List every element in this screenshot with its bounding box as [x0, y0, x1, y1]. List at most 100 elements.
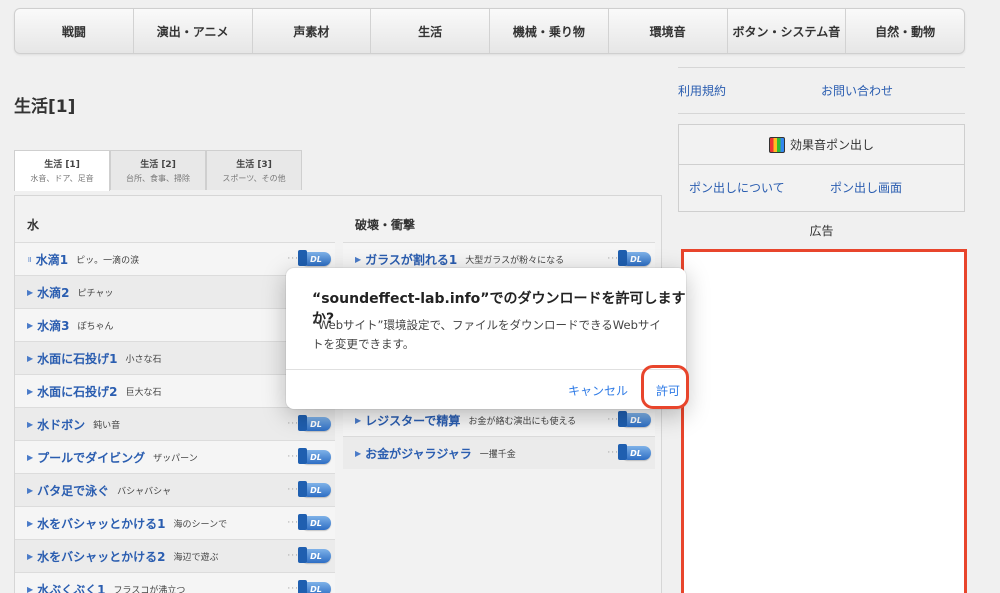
nav-voice[interactable]: 声素材: [253, 9, 372, 53]
play-icon[interactable]: ▶: [27, 519, 33, 528]
sound-description: 大型ガラスが粉々になる: [465, 255, 565, 266]
sound-row[interactable]: ▶ 水をバシャッとかける2 海辺で遊ぶ ··· DL: [15, 539, 335, 572]
pon-about-link[interactable]: ポン出しについて: [689, 179, 830, 196]
play-icon[interactable]: ▶: [355, 449, 361, 458]
sound-name-link[interactable]: 水滴3: [37, 317, 69, 334]
pon-screen-link[interactable]: ポン出し画面: [830, 179, 902, 196]
download-button[interactable]: DL: [298, 547, 331, 563]
download-button[interactable]: DL: [618, 411, 651, 427]
pon-panel: 効果音ポン出し ポン出しについて ポン出し画面: [678, 124, 965, 212]
play-icon[interactable]: ▶: [27, 552, 33, 561]
download-button[interactable]: DL: [298, 448, 331, 464]
sound-name-link[interactable]: 水面に石投げ1: [37, 350, 117, 367]
sound-name-link[interactable]: 水滴2: [37, 284, 69, 301]
terms-link[interactable]: 利用規約: [678, 82, 821, 99]
sound-description: 海辺で遊ぶ: [173, 552, 219, 563]
download-button[interactable]: DL: [298, 580, 331, 593]
sound-name-link[interactable]: レジスターで精算: [365, 412, 460, 429]
sound-description: 海のシーンで: [173, 519, 228, 530]
contact-link[interactable]: お問い合わせ: [821, 82, 893, 99]
ad-area: [681, 249, 967, 593]
money-list: ▶ レジスターで精算 お金が絡む演出にも使える ··· DL ▶ お金がジャラジャラ 一攫千金…: [343, 403, 655, 469]
nav-button-system[interactable]: ボタン・システム音: [728, 9, 847, 53]
sound-description: 小さな石: [125, 354, 162, 365]
sidebar-links: 利用規約 お問い合わせ: [678, 82, 965, 99]
play-icon[interactable]: ▶: [27, 486, 33, 495]
play-icon[interactable]: ▶: [355, 416, 361, 425]
tab-life-1[interactable]: 生活 [1] 水音、ドア、足音: [14, 150, 110, 191]
download-button[interactable]: DL: [298, 481, 331, 497]
play-icon[interactable]: ▶: [27, 585, 33, 593]
sound-row[interactable]: ▶ バタ足で泳ぐ バシャバシャ ··· DL: [15, 473, 335, 506]
sound-name-link[interactable]: バタ足で泳ぐ: [37, 482, 109, 499]
color-grid-icon: [768, 136, 785, 153]
dialog-message: “Webサイト”環境設定で、ファイルをダウンロードできるWebサイトを変更できま…: [312, 318, 661, 351]
sound-row[interactable]: ▶ お金がジャラジャラ 一攫千金 ··· DL: [343, 436, 655, 469]
section-heading-destruction: 破壊・衝撃: [355, 218, 416, 232]
nav-machine-vehicle[interactable]: 機械・乗り物: [490, 9, 609, 53]
tab-subtitle: 台所、食事、掃除: [126, 174, 190, 183]
tab-title: 生活 [2]: [140, 160, 176, 170]
play-icon[interactable]: ॥: [27, 254, 32, 265]
sound-name-link[interactable]: プールでダイビング: [37, 449, 145, 466]
sound-description: ピッ。一滴の涙: [76, 255, 140, 266]
sound-description: ぽちゃん: [77, 321, 114, 332]
sound-row[interactable]: ▶ 水ドボン 鈍い音 ··· DL: [15, 407, 335, 440]
sound-name-link[interactable]: 水滴1: [36, 251, 68, 268]
cancel-button[interactable]: キャンセル: [568, 382, 628, 399]
page-title: 生活[1]: [14, 97, 76, 117]
nav-life[interactable]: 生活: [371, 9, 490, 53]
allow-highlight-annotation: [641, 365, 689, 409]
tab-subtitle: 水音、ドア、足音: [30, 174, 94, 183]
nav-effects-anime[interactable]: 演出・アニメ: [134, 9, 253, 53]
sound-description: 巨大な石: [125, 387, 162, 398]
play-icon[interactable]: ▶: [27, 453, 33, 462]
nav-battle[interactable]: 戦闘: [15, 9, 134, 53]
sound-description: お金が絡む演出にも使える: [468, 416, 577, 427]
section-heading-water: 水: [27, 218, 40, 232]
tab-title: 生活 [3]: [236, 160, 272, 170]
sound-row[interactable]: ▶ 水をバシャッとかける1 海のシーンで ··· DL: [15, 506, 335, 539]
sound-description: ピチャッ: [77, 288, 114, 299]
pon-links: ポン出しについて ポン出し画面: [679, 165, 964, 196]
sound-description: フラスコが沸立つ: [113, 585, 186, 593]
sound-description: ザッパーン: [153, 453, 198, 464]
play-icon[interactable]: ▶: [27, 321, 33, 330]
sidebar-divider: [678, 113, 965, 114]
sound-name-link[interactable]: 水をバシャッとかける2: [37, 548, 165, 565]
tab-subtitle: スポーツ、その他: [222, 174, 286, 183]
download-button[interactable]: DL: [618, 444, 651, 460]
play-icon[interactable]: ▶: [355, 255, 361, 264]
download-permission-dialog: “soundeffect-lab.info”でのダウンロードを許可しますか? “…: [286, 268, 686, 409]
play-icon[interactable]: ▶: [27, 288, 33, 297]
sound-name-link[interactable]: 水面に石投げ2: [37, 383, 117, 400]
download-button[interactable]: DL: [298, 514, 331, 530]
sound-row[interactable]: ▶ 水ぶくぶく1 フラスコが沸立つ ··· DL: [15, 572, 335, 593]
ad-label: 広告: [809, 224, 834, 238]
nav-ambient[interactable]: 環境音: [609, 9, 728, 53]
top-nav: 戦闘 演出・アニメ 声素材 生活 機械・乗り物 環境音 ボタン・システム音 自然…: [14, 8, 965, 54]
sound-name-link[interactable]: お金がジャラジャラ: [365, 445, 472, 462]
sound-description: 一攫千金: [479, 449, 516, 460]
sound-description: バシャバシャ: [117, 486, 172, 497]
category-tabs: 生活 [1] 水音、ドア、足音 生活 [2] 台所、食事、掃除 生活 [3] ス…: [14, 150, 302, 191]
sound-name-link[interactable]: 水ぶくぶく1: [37, 581, 105, 593]
dialog-divider: [286, 369, 686, 370]
play-icon[interactable]: ▶: [27, 354, 33, 363]
pon-title: 効果音ポン出し: [789, 138, 874, 152]
sound-row[interactable]: ▶ プールでダイビング ザッパーン ··· DL: [15, 440, 335, 473]
sidebar-divider: [678, 67, 965, 68]
tab-life-3[interactable]: 生活 [3] スポーツ、その他: [206, 150, 302, 190]
play-icon[interactable]: ▶: [27, 420, 33, 429]
sound-name-link[interactable]: 水ドボン: [37, 416, 85, 433]
sound-description: 鈍い音: [93, 420, 121, 431]
nav-nature-animal[interactable]: 自然・動物: [846, 9, 964, 53]
sound-name-link[interactable]: 水をバシャッとかける1: [37, 515, 165, 532]
tab-title: 生活 [1]: [44, 160, 80, 170]
play-icon[interactable]: ▶: [27, 387, 33, 396]
download-button[interactable]: DL: [298, 415, 331, 431]
download-button[interactable]: DL: [298, 250, 331, 266]
download-button[interactable]: DL: [618, 250, 651, 266]
tab-life-2[interactable]: 生活 [2] 台所、食事、掃除: [110, 150, 206, 190]
sound-name-link[interactable]: ガラスが割れる1: [365, 251, 457, 268]
